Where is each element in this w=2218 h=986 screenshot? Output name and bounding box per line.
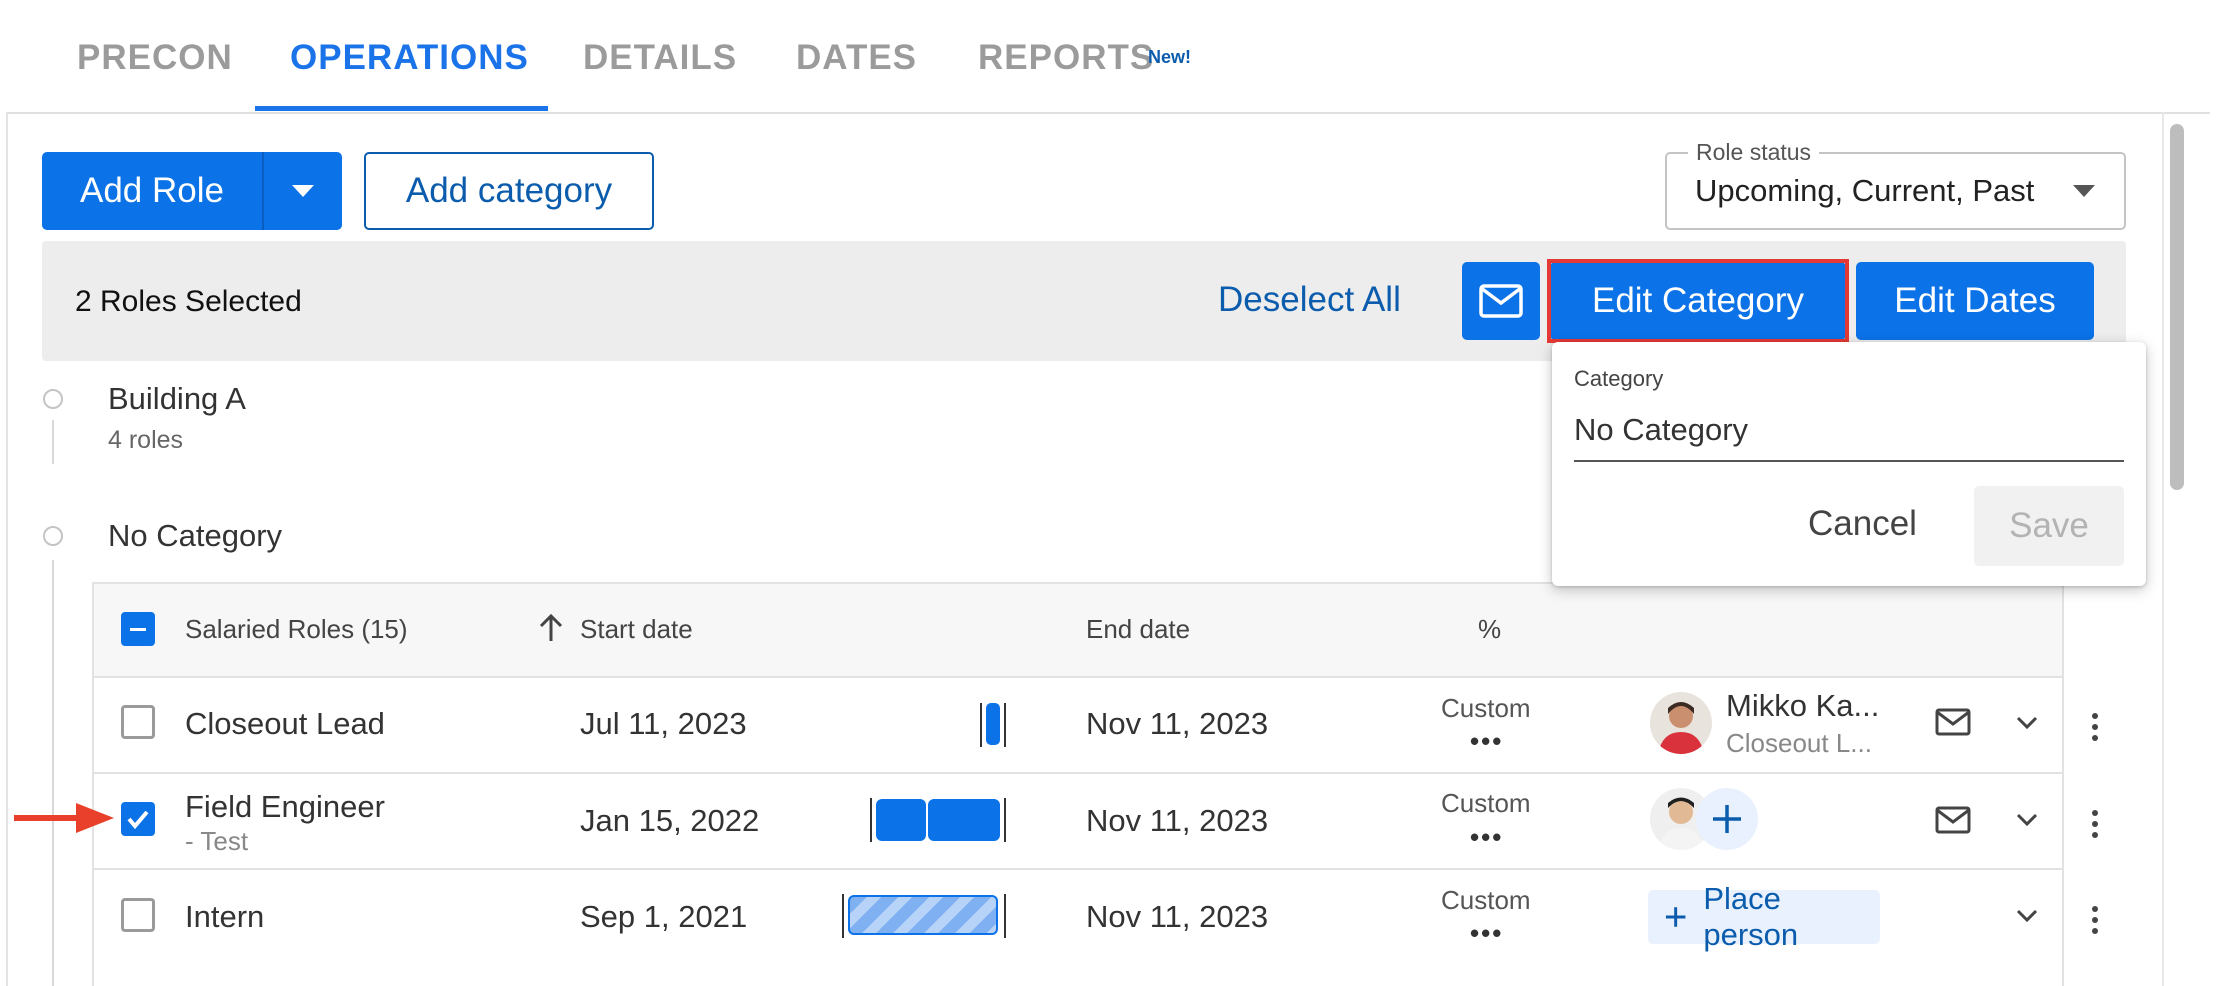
row-menu-icon[interactable]	[2092, 810, 2100, 843]
role-name[interactable]: Intern	[185, 899, 264, 935]
chevron-down-icon[interactable]	[2016, 716, 2038, 730]
category-role-count: 4 roles	[108, 426, 184, 454]
allocation-label[interactable]: Custom	[1441, 885, 1531, 916]
more-dots-icon[interactable]: •••	[1470, 822, 1503, 853]
timeline-tick	[1004, 703, 1006, 747]
dropdown-arrow-icon	[2073, 185, 2095, 197]
chevron-down-icon[interactable]	[2016, 909, 2038, 923]
role-status-label: Role status	[1688, 139, 1820, 166]
category-no-category[interactable]: No Category	[108, 518, 282, 554]
edit-dates-button[interactable]: Edit Dates	[1856, 262, 2094, 340]
end-date: Nov 11, 2023	[1086, 706, 1269, 741]
cancel-button[interactable]: Cancel	[1808, 504, 1917, 544]
deselect-all-button[interactable]: Deselect All	[1218, 280, 1401, 320]
selected-count: 2 Roles Selected	[75, 285, 302, 318]
column-header-end-date[interactable]: End date	[1086, 614, 1190, 645]
tab-dates[interactable]: DATES	[796, 38, 917, 78]
end-date: Nov 11, 2023	[1086, 899, 1269, 934]
category-building-a[interactable]: Building A	[108, 381, 246, 417]
plus-icon	[1713, 805, 1741, 833]
role-status-value: Upcoming, Current, Past	[1695, 173, 2035, 208]
role-subtitle: - Test	[185, 826, 249, 856]
add-role-dropdown-button[interactable]	[264, 152, 342, 230]
column-header-roles: Salaried Roles (15)	[185, 614, 408, 644]
timeline-tick	[870, 798, 872, 842]
place-person-button[interactable]: Place person	[1648, 881, 1880, 952]
more-dots-icon[interactable]: •••	[1470, 918, 1503, 949]
tab-details[interactable]: DETAILS	[583, 38, 737, 78]
allocation-label[interactable]: Custom	[1441, 788, 1531, 819]
timeline-bar-tentative	[848, 895, 998, 935]
tab-precon[interactable]: PRECON	[77, 38, 233, 78]
select-all-checkbox[interactable]	[121, 612, 155, 646]
email-selected-button[interactable]	[1462, 262, 1540, 340]
row-checkbox[interactable]	[121, 898, 155, 932]
start-date: Jan 15, 2022	[580, 803, 760, 838]
timeline-bar	[986, 703, 1000, 745]
mail-icon[interactable]	[1935, 806, 1971, 834]
timeline-bar	[928, 799, 1000, 841]
avatar[interactable]	[1650, 692, 1712, 754]
sort-arrow-up-icon[interactable]	[538, 614, 564, 642]
row-checkbox[interactable]	[121, 705, 155, 739]
timeline-tick	[1004, 894, 1006, 938]
timeline-tick	[1004, 798, 1006, 842]
timeline-bar	[876, 799, 926, 841]
left-border	[6, 112, 8, 986]
category-input[interactable]: No Category	[1574, 412, 1748, 448]
person-name[interactable]: Mikko Ka...	[1726, 688, 1879, 724]
allocation-label[interactable]: Custom	[1441, 693, 1531, 724]
tree-node-icon	[43, 389, 63, 409]
start-date: Sep 1, 2021	[580, 899, 748, 934]
row-checkbox[interactable]	[121, 802, 155, 836]
add-person-button[interactable]	[1696, 788, 1758, 850]
column-header-start-date[interactable]: Start date	[580, 614, 693, 645]
row-menu-icon[interactable]	[2092, 713, 2100, 746]
more-dots-icon[interactable]: •••	[1470, 726, 1503, 757]
tabs-divider	[8, 112, 2210, 114]
add-category-button[interactable]: Add category	[364, 152, 654, 230]
table-row[interactable]	[94, 774, 2062, 868]
person-role: Closeout L...	[1726, 728, 1872, 758]
chevron-down-icon[interactable]	[2016, 813, 2038, 827]
end-date: Nov 11, 2023	[1086, 803, 1269, 838]
tree-node-icon	[43, 526, 63, 546]
scrollbar-thumb[interactable]	[2170, 124, 2184, 490]
row-menu-icon[interactable]	[2092, 906, 2100, 939]
tree-line	[52, 420, 54, 464]
start-date: Jul 11, 2023	[580, 706, 747, 741]
plus-icon	[1665, 907, 1686, 927]
tree-line	[52, 560, 54, 986]
mail-icon	[1479, 284, 1523, 318]
mail-icon[interactable]	[1935, 708, 1971, 736]
category-input-underline	[1574, 460, 2124, 462]
caret-down-icon	[292, 185, 314, 197]
add-role-button[interactable]: Add Role	[42, 152, 262, 230]
category-field-label: Category	[1574, 366, 1664, 391]
scrollbar-track	[2162, 112, 2164, 986]
active-tab-indicator	[255, 106, 548, 111]
highlight-box	[1547, 259, 1849, 343]
tab-reports[interactable]: REPORTS	[978, 38, 1154, 78]
role-name[interactable]: Field Engineer	[185, 789, 385, 825]
timeline-tick	[842, 894, 844, 938]
new-badge: New!	[1148, 47, 1192, 67]
role-name[interactable]: Closeout Lead	[185, 706, 385, 742]
column-header-percent: %	[1478, 614, 1502, 644]
save-button[interactable]: Save	[1974, 486, 2124, 566]
timeline-tick	[980, 703, 982, 747]
arrow-pointer-icon	[14, 803, 114, 833]
tab-operations[interactable]: OPERATIONS	[290, 38, 529, 78]
